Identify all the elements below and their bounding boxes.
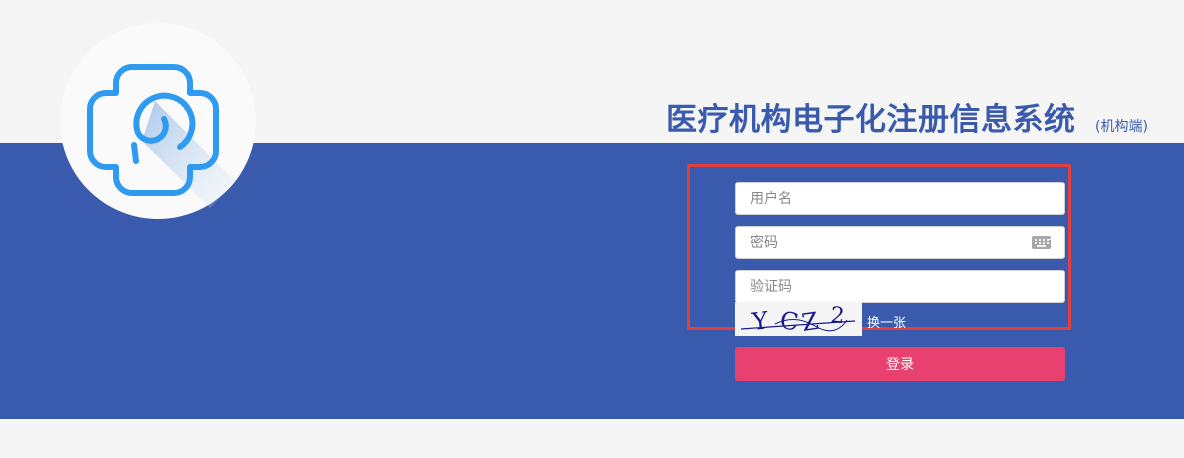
medical-cross-logo-icon (87, 64, 235, 208)
password-input[interactable] (735, 226, 1065, 259)
logo (60, 23, 256, 219)
page-title: 医疗机构电子化注册信息系统 (666, 102, 1076, 138)
svg-text:Z: Z (800, 307, 820, 336)
captcha-image[interactable]: Y C Z 2 (735, 302, 862, 336)
login-button[interactable]: 登录 (735, 347, 1065, 381)
svg-text:Y: Y (750, 306, 771, 336)
page-subtitle: (机构端) (1095, 119, 1148, 135)
username-input[interactable] (735, 182, 1065, 215)
captcha-graphic: Y C Z 2 (740, 303, 856, 336)
keyboard-icon[interactable] (1032, 236, 1051, 249)
refresh-captcha-link[interactable]: 换一张 (867, 312, 906, 331)
captcha-input[interactable] (735, 270, 1065, 303)
